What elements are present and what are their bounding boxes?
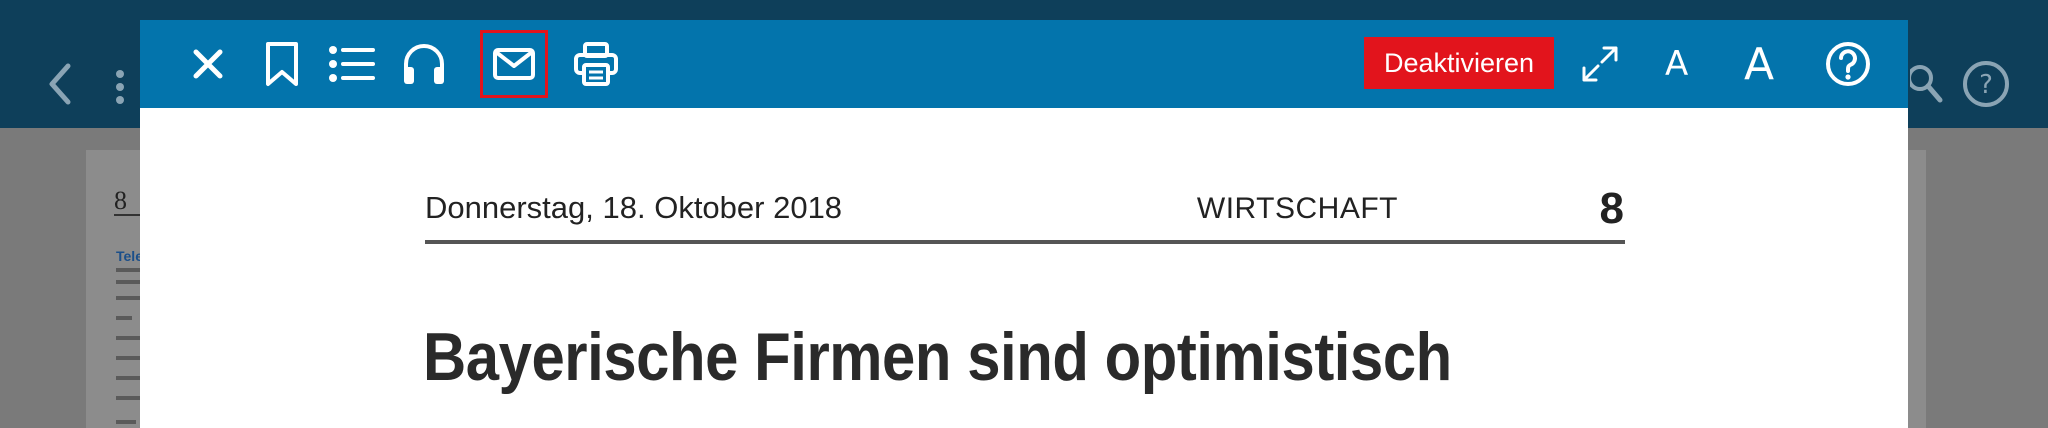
fullscreen-button[interactable] [1568, 32, 1632, 96]
section-name: WIRTSCHAFT [1196, 192, 1398, 225]
read-aloud-button[interactable] [392, 32, 456, 96]
printer-icon [573, 41, 619, 87]
list-icon [328, 44, 376, 84]
back-chevron-icon[interactable] [44, 62, 74, 111]
bookmark-icon [264, 41, 300, 87]
close-icon [188, 44, 228, 84]
print-button[interactable] [564, 32, 628, 96]
table-of-contents-button[interactable] [320, 32, 384, 96]
background-text-line [116, 316, 132, 320]
background-left-page[interactable]: 8 Telef [86, 150, 148, 428]
background-search-icon[interactable] [1907, 64, 1944, 109]
background-right-page-strip [1908, 150, 1926, 428]
background-text-line [116, 336, 140, 340]
background-list-icon[interactable] [116, 70, 140, 109]
decrease-font-button[interactable]: A [1665, 32, 1688, 96]
email-share-button[interactable] [480, 30, 548, 98]
expand-icon [1580, 44, 1620, 84]
background-text-line [116, 296, 140, 300]
close-button[interactable] [176, 32, 240, 96]
help-icon [1825, 41, 1871, 87]
background-text-line [116, 376, 140, 380]
background-text-line [116, 396, 140, 400]
background-rule [114, 214, 140, 216]
deactivate-button[interactable]: Deaktivieren [1364, 37, 1554, 89]
background-help-icon[interactable]: ? [1962, 60, 2010, 113]
article-headline: Bayerische Firmen sind optimistisch [423, 319, 1452, 395]
background-text-line [116, 268, 140, 272]
background-text-line [116, 356, 140, 360]
header-divider [425, 240, 1625, 244]
page-number: 8 [1599, 184, 1624, 233]
reader-toolbar: Deaktivieren A A [140, 20, 1908, 108]
headphones-icon [401, 41, 447, 87]
increase-font-button[interactable]: A [1744, 32, 1774, 96]
envelope-icon [492, 47, 536, 81]
help-button[interactable] [1816, 32, 1880, 96]
background-text-line [116, 280, 140, 284]
background-text-line [116, 420, 136, 424]
article-reader-modal: Deaktivieren A A Donnerstag, 18. Oktober… [140, 20, 1908, 428]
background-left-page-number: 8 [114, 186, 127, 215]
bookmark-button[interactable] [250, 32, 314, 96]
background-margin [1908, 150, 2048, 428]
svg-text:?: ? [1979, 70, 1993, 100]
article-date: Donnerstag, 18. Oktober 2018 [425, 190, 843, 225]
